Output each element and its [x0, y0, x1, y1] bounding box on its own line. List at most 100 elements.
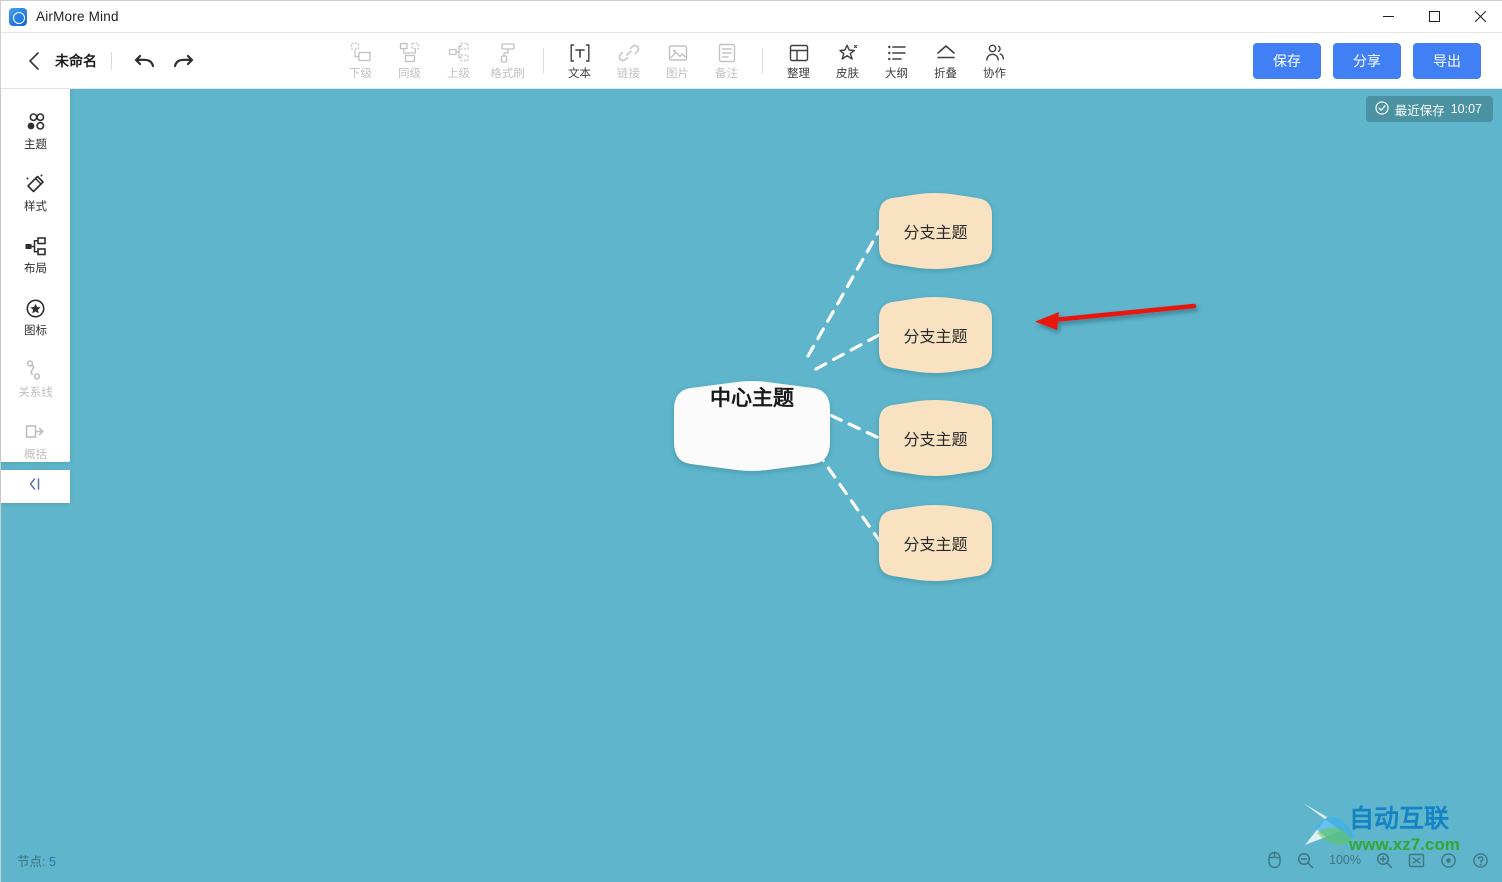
mouse-icon[interactable] [1267, 851, 1282, 869]
title-bar: AirMore Mind [1, 1, 1502, 33]
tool-label: 折叠 [934, 68, 957, 80]
mindmap-canvas[interactable]: 中心主题 分支主题 分支主题 分支主题 分支主题 [1, 89, 1502, 882]
toolbar-divider-1 [111, 51, 112, 70]
undo-icon[interactable] [132, 48, 158, 74]
child-topic-icon [350, 41, 372, 65]
tool-sibling-topic[interactable]: 同级 [385, 35, 434, 87]
action-buttons: 保存 分享 导出 [1253, 42, 1481, 79]
sidebar-label: 布局 [24, 263, 47, 275]
tool-label: 上级 [447, 68, 470, 80]
branch-node-2[interactable] [879, 297, 992, 373]
tool-label: 同级 [398, 68, 421, 80]
annotation-arrow [1035, 303, 1197, 330]
tool-label: 链接 [617, 68, 640, 80]
theme-icon [24, 109, 47, 135]
tool-child-topic[interactable]: 下级 [336, 35, 385, 87]
sidebar-label: 图标 [24, 325, 47, 337]
toolbar-divider-2 [543, 47, 544, 74]
mindmap-graphics [674, 193, 1197, 581]
fit-screen-icon[interactable] [1408, 852, 1425, 869]
tool-label: 格式刷 [490, 68, 525, 80]
tool-text[interactable]: 文本 [555, 35, 604, 87]
center-icon[interactable] [1440, 852, 1457, 869]
arrange-icon [788, 41, 810, 65]
app-title: AirMore Mind [36, 9, 119, 24]
tool-label: 整理 [787, 68, 810, 80]
tool-image[interactable]: 图片 [653, 35, 702, 87]
zoom-out-icon[interactable] [1297, 852, 1314, 869]
toolbar-divider-3 [762, 47, 763, 74]
sidebar-item-summary[interactable]: 概括 [1, 409, 70, 471]
sidebar-item-style[interactable]: 样式 [1, 161, 70, 223]
tool-group: 下级 同级 上级 格式刷 文本 链接 图片 备注 整理 皮肤 大纲 折叠 协作 [336, 35, 1019, 87]
tool-link[interactable]: 链接 [604, 35, 653, 87]
minimize-icon[interactable] [1365, 1, 1411, 33]
text-icon [569, 41, 591, 65]
link-icon [618, 41, 640, 65]
maximize-icon[interactable] [1411, 1, 1457, 33]
sidebar-label: 关系线 [18, 387, 53, 399]
tool-label: 皮肤 [836, 68, 859, 80]
skin-icon [837, 41, 859, 65]
close-icon[interactable] [1457, 1, 1502, 33]
window-controls [1365, 1, 1502, 33]
center-node[interactable] [674, 381, 830, 471]
tool-label: 大纲 [885, 68, 908, 80]
export-button[interactable]: 导出 [1413, 42, 1481, 79]
share-button[interactable]: 分享 [1333, 42, 1401, 79]
collapse-panel-button[interactable] [1, 470, 70, 503]
help-icon[interactable] [1472, 852, 1489, 869]
branch-node-4[interactable] [879, 505, 992, 581]
sidebar-item-sticker[interactable]: 图标 [1, 285, 70, 347]
tool-outline[interactable]: 大纲 [872, 35, 921, 87]
sticker-icon [24, 295, 47, 321]
tool-format-painter[interactable]: 格式刷 [483, 35, 532, 87]
sidebar-item-layout[interactable]: 布局 [1, 223, 70, 285]
back-icon[interactable] [23, 49, 45, 73]
sidebar-label: 概括 [24, 449, 47, 461]
tool-skin[interactable]: 皮肤 [823, 35, 872, 87]
recent-save-text: 最近保存 [1394, 103, 1445, 118]
zoom-level-value: 100% [1329, 853, 1361, 867]
recent-save-time: 10:07 [1450, 102, 1482, 116]
collaborate-icon [984, 41, 1006, 65]
zoom-in-icon[interactable] [1376, 852, 1393, 869]
branch-node-3[interactable] [879, 400, 992, 476]
main-toolbar: 未命名 下级 同级 上级 格式刷 文本 链接 图片 备注 整理 皮肤 大纲 折叠… [1, 33, 1502, 89]
tool-collapse[interactable]: 折叠 [921, 35, 970, 87]
outline-icon [886, 41, 908, 65]
app-logo-icon [9, 7, 27, 26]
connector-1 [806, 229, 881, 358]
document-title[interactable]: 未命名 [55, 51, 97, 71]
note-icon [716, 41, 738, 65]
sidebar-item-relation-line[interactable]: 关系线 [1, 347, 70, 409]
tool-arrange[interactable]: 整理 [774, 35, 823, 87]
tool-label: 下级 [349, 68, 372, 80]
format-painter-icon [497, 41, 519, 65]
tool-parent-topic[interactable]: 上级 [434, 35, 483, 87]
connector-lines [792, 229, 883, 545]
sidebar-label: 主题 [24, 139, 47, 151]
tool-collaborate[interactable]: 协作 [970, 35, 1019, 87]
summary-icon [24, 419, 47, 445]
branch-node-1[interactable] [879, 193, 992, 269]
collapse-panel-icon [27, 476, 45, 497]
sidebar-item-theme[interactable]: 主题 [1, 99, 70, 161]
left-tool-panel: 主题 样式 布局 图标 关系线 概括 [1, 89, 70, 462]
relation-line-icon [24, 357, 47, 383]
tool-label: 协作 [983, 68, 1006, 80]
undo-redo-group [132, 48, 196, 74]
redo-icon[interactable] [170, 48, 196, 74]
sidebar-label: 样式 [24, 201, 47, 213]
application-window: AirMore Mind 未命名 下级 同级 上级 格式刷 文本 链接 图片 备… [0, 0, 1502, 882]
sibling-topic-icon [399, 41, 421, 65]
recent-save-badge: 最近保存 10:07 [1365, 96, 1493, 122]
layout-icon [24, 233, 47, 259]
tool-label: 备注 [715, 68, 738, 80]
connector-2 [814, 333, 881, 371]
tool-note[interactable]: 备注 [702, 35, 751, 87]
style-icon [24, 171, 47, 197]
tool-label: 图片 [666, 68, 689, 80]
zoom-controls: 100% [1267, 851, 1489, 869]
save-button[interactable]: 保存 [1253, 42, 1321, 79]
